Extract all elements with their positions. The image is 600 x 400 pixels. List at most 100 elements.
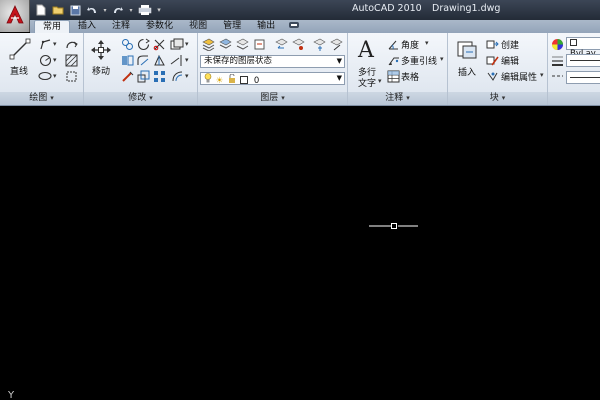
- table-icon[interactable]: [386, 69, 400, 83]
- multileader-icon[interactable]: [386, 53, 400, 67]
- offset-dropdown-icon[interactable]: ▾: [185, 72, 189, 80]
- polyline-dropdown-icon[interactable]: ▾: [53, 40, 57, 48]
- annotation-panel-title[interactable]: 注释 ▾: [348, 92, 447, 105]
- move-icon[interactable]: [90, 39, 112, 61]
- trim-dropdown-icon[interactable]: ▾: [185, 40, 189, 48]
- open-icon[interactable]: [51, 3, 65, 17]
- layer-freeze-icon[interactable]: [312, 37, 326, 51]
- extend-dropdown-icon[interactable]: ▾: [185, 56, 189, 64]
- move-label: 移动: [92, 67, 111, 77]
- color-wheel-icon[interactable]: [550, 37, 564, 51]
- layer-properties-icon[interactable]: [201, 37, 215, 51]
- tab-home[interactable]: 常用: [34, 20, 71, 33]
- tab-parametric[interactable]: 参数化: [138, 20, 181, 33]
- layer-isolate-icon[interactable]: [235, 37, 249, 51]
- application-menu-button[interactable]: [0, 0, 30, 32]
- ellipse-icon[interactable]: [38, 69, 52, 83]
- lineweight-select[interactable]: [566, 54, 600, 67]
- layer-states-icon[interactable]: [218, 37, 232, 51]
- layers-panel-title[interactable]: 图层 ▾: [198, 92, 347, 105]
- tab-output[interactable]: 输出: [249, 20, 283, 33]
- annotation-panel-expand-icon[interactable]: ▾: [406, 94, 410, 102]
- lineweight-icon: [550, 53, 564, 67]
- circle-icon[interactable]: [38, 53, 52, 67]
- linetype-select[interactable]: [566, 71, 600, 84]
- layers-panel-expand-icon[interactable]: ▾: [281, 94, 285, 102]
- layer-match-icon[interactable]: [252, 37, 266, 51]
- modify-panel-expand-icon[interactable]: ▾: [149, 94, 153, 102]
- array-icon[interactable]: [152, 69, 166, 83]
- edit-attributes-label: 编辑属性: [501, 73, 538, 83]
- trim-icon[interactable]: [152, 37, 166, 51]
- layer-previous-icon[interactable]: [274, 37, 288, 51]
- color-select[interactable]: ByLay: [566, 37, 600, 59]
- draw-panel-title[interactable]: 绘图 ▾: [0, 92, 83, 105]
- annotation-panel-label: 注释: [385, 93, 404, 103]
- plot-icon[interactable]: [137, 3, 153, 17]
- extend-icon[interactable]: [170, 53, 184, 67]
- scale-icon[interactable]: [136, 69, 150, 83]
- layer-dropdown-icon[interactable]: ▼: [337, 73, 342, 84]
- ribbon-minimize-button[interactable]: [283, 20, 305, 33]
- crosshair-cursor: [369, 223, 418, 229]
- tab-annotate[interactable]: 注释: [104, 20, 138, 33]
- create-label: 创建: [501, 41, 520, 51]
- undo-icon[interactable]: [85, 3, 99, 17]
- sun-icon: ☀: [215, 76, 224, 86]
- circle-dropdown-icon[interactable]: ▾: [53, 56, 57, 64]
- multiline-text-icon[interactable]: A: [356, 37, 378, 61]
- fillet-icon[interactable]: [136, 53, 150, 67]
- insert-label: 插入: [458, 68, 477, 78]
- stretch-icon[interactable]: [152, 53, 166, 67]
- copy-icon[interactable]: [120, 37, 134, 51]
- mirror-icon[interactable]: [120, 53, 134, 67]
- mtext-dropdown-icon[interactable]: ▾: [378, 77, 382, 85]
- new-icon[interactable]: [34, 3, 48, 17]
- annotation-panel: A 多行 文字 ▾ 角度 ▾ 多重引线 ▾ 表格 注释 ▾: [348, 33, 448, 105]
- tab-insert[interactable]: 插入: [70, 20, 104, 33]
- block-panel-title[interactable]: 块 ▾: [448, 92, 547, 105]
- modify-panel-title[interactable]: 修改 ▾: [84, 92, 197, 105]
- hatch-icon[interactable]: [64, 53, 78, 67]
- create-block-icon[interactable]: [485, 37, 499, 51]
- rotate-icon[interactable]: [136, 37, 150, 51]
- layer-state-select[interactable]: 未保存的图层状态 ▼: [200, 55, 345, 68]
- save-icon[interactable]: [68, 3, 82, 17]
- redo-dropdown-icon[interactable]: ▾: [128, 3, 134, 17]
- arc-icon[interactable]: [64, 37, 78, 51]
- polyline-icon[interactable]: [38, 37, 52, 51]
- layer-lock-icon[interactable]: [329, 37, 343, 51]
- edit-block-icon[interactable]: [485, 53, 499, 67]
- ucs-icon-y-label: Y: [8, 390, 15, 400]
- qat-customize-icon[interactable]: ▾: [156, 3, 162, 17]
- redo-icon[interactable]: [111, 3, 125, 17]
- lightbulb-icon: [204, 73, 213, 87]
- angle-dropdown-icon[interactable]: ▾: [425, 39, 429, 47]
- title-bar: ▾ ▾ ▾ AutoCAD 2010 Drawing1.dwg: [0, 0, 600, 20]
- layer-select[interactable]: ☀ 0 ▼: [200, 72, 345, 87]
- angle-label: 角度: [401, 41, 420, 51]
- erase-icon[interactable]: [170, 37, 184, 51]
- multileader-dropdown-icon[interactable]: ▾: [440, 55, 444, 63]
- edit-attributes-dropdown-icon[interactable]: ▾: [540, 71, 544, 79]
- draw-panel-expand-icon[interactable]: ▾: [50, 94, 54, 102]
- line-icon[interactable]: [8, 37, 32, 61]
- undo-dropdown-icon[interactable]: ▾: [102, 3, 108, 17]
- drawing-canvas[interactable]: Y: [0, 106, 600, 400]
- layer-state-dropdown-icon[interactable]: ▼: [337, 56, 342, 67]
- tab-view[interactable]: 视图: [181, 20, 215, 33]
- rectangle-icon[interactable]: [64, 69, 78, 83]
- offset-icon[interactable]: [170, 69, 184, 83]
- layer-walk-icon[interactable]: [291, 37, 305, 51]
- ellipse-dropdown-icon[interactable]: ▾: [53, 72, 57, 80]
- document-title: Drawing1.dwg: [432, 3, 501, 14]
- stretch-tool-icon[interactable]: [120, 69, 134, 83]
- angle-dimension-icon[interactable]: [386, 37, 400, 51]
- current-layer-value: 0: [253, 76, 260, 86]
- block-panel-expand-icon[interactable]: ▾: [502, 94, 506, 102]
- mtext-label-line2: 文字: [358, 79, 377, 89]
- edit-attributes-icon[interactable]: [485, 69, 499, 83]
- insert-block-icon[interactable]: [456, 39, 478, 61]
- modify-panel-label: 修改: [128, 93, 147, 103]
- tab-manage[interactable]: 管理: [215, 20, 249, 33]
